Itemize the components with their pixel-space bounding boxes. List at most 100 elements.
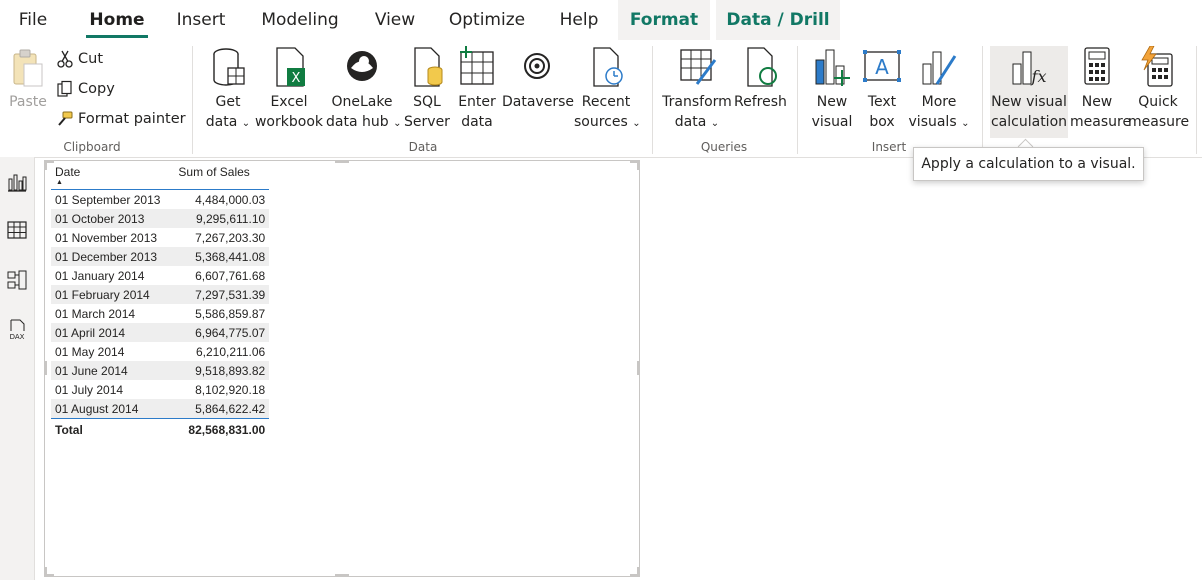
table-header-row: Date ▲ Sum of Sales [51,165,270,190]
enter-data-button[interactable]: Enter data [456,46,498,132]
total-value: 82,568,831.00 [188,423,266,437]
recent-label-2: sources [574,114,628,130]
text-box-label-1: Text [867,94,897,110]
cut-label: Cut [78,51,103,67]
cut-button[interactable]: Cut [56,46,103,72]
transform-label-2: data [674,114,707,130]
tab-help[interactable]: Help [553,0,605,40]
resize-handle[interactable] [335,160,349,163]
resize-handle[interactable] [637,160,640,170]
cell-sum-of-sales: 7,267,203.30 [195,230,266,245]
model-view-icon[interactable] [6,269,28,291]
chevron-down-icon: ⌄ [961,118,970,129]
quick-measure-button[interactable]: Quick measure [1128,46,1190,132]
copy-icon [57,80,72,97]
cell-sum-of-sales: 6,210,211.06 [195,344,266,359]
chevron-down-icon: ⌄ [393,118,402,129]
paste-label: Paste [9,94,47,110]
cell-date: 01 May 2014 [55,344,125,359]
new-visual-label-1: New [816,94,848,110]
format-painter-label: Format painter [78,111,186,127]
text-box-button[interactable]: A Text box [858,46,906,132]
sql-server-button[interactable]: SQL Server [402,46,452,132]
sql-server-icon [414,47,443,87]
sql-label-1: SQL [413,94,441,110]
ribbon-separator [192,46,193,154]
paste-button[interactable]: Paste [6,46,50,112]
table-row: 01 August 2014 5,864,622.42 [51,399,270,419]
onelake-icon [347,51,377,81]
tab-format[interactable]: Format [618,0,710,40]
paste-icon [13,49,43,87]
sort-ascending-icon: ▲ [56,179,63,186]
cell-sum-of-sales: 8,102,920.18 [195,382,266,397]
cell-sum-of-sales: 6,607,761.68 [195,268,266,283]
visual-calculation-icon: fx [1012,51,1046,86]
resize-handle[interactable] [44,567,47,577]
scissors-icon [57,50,73,68]
transform-data-button[interactable]: Transform data ⌄ [662,46,732,134]
column-header-sum-of-sales[interactable]: Sum of Sales [164,165,270,190]
get-data-button[interactable]: Get data ⌄ [203,46,253,134]
format-painter-button[interactable]: Format painter [56,106,186,132]
cell-sum-of-sales: 4,484,000.03 [195,192,266,207]
quick-measure-label-2: measure [1128,114,1190,130]
tab-optimize[interactable]: Optimize [444,0,530,40]
active-tab-underline [86,35,148,38]
text-box-icon: A [863,50,901,82]
table-view-icon[interactable] [6,219,28,241]
tab-view[interactable]: View [368,0,422,40]
ribbon-separator [982,46,983,154]
dataverse-icon [524,53,550,79]
new-visual-calculation-button[interactable]: fx New visual calculation [990,46,1068,138]
enter-data-table-icon [460,46,494,85]
dataverse-button[interactable]: Dataverse [502,46,574,112]
more-visuals-button[interactable]: More visuals ⌄ [908,46,970,134]
excel-workbook-button[interactable]: X Excel workbook [254,46,324,132]
tab-modeling[interactable]: Modeling [256,0,344,40]
onelake-data-hub-button[interactable]: OneLake data hub ⌄ [326,46,402,134]
report-view-icon[interactable] [6,171,28,193]
column-header-date[interactable]: Date ▲ [51,165,165,190]
get-data-label-2: data [205,114,238,130]
resize-handle[interactable] [44,361,47,375]
tab-file[interactable]: File [10,0,56,40]
database-icon [213,48,245,86]
recent-sources-button[interactable]: Recent sources ⌄ [574,46,641,134]
copy-button[interactable]: Copy [56,76,115,102]
more-visuals-label-1: More [921,94,957,110]
cell-date: 01 February 2014 [51,285,165,304]
cell-date: 01 January 2014 [55,268,145,283]
cell-date: 01 March 2014 [55,306,136,321]
resize-handle[interactable] [44,160,47,170]
resize-handle[interactable] [637,361,640,375]
new-measure-label-1: New [1081,94,1113,110]
new-visual-label-2: visual [811,114,853,130]
dax-query-view-icon[interactable]: DAX [6,319,28,341]
resize-handle[interactable] [335,574,349,577]
total-label: Total [55,423,83,437]
table-row: 01 December 2013 5,368,441.08 [51,247,270,266]
copy-label: Copy [78,81,115,97]
table-visual[interactable]: Date ▲ Sum of Sales 01 September 2013 4,4… [44,160,640,577]
more-visuals-label-2: visuals [908,114,957,130]
tab-data-drill[interactable]: Data / Drill [716,0,840,40]
new-visual-chart-icon [815,49,850,86]
dax-label: DAX [10,333,25,341]
tab-insert[interactable]: Insert [170,0,232,40]
view-rail: DAX [0,157,35,580]
group-label-clipboard: Clipboard [63,140,121,154]
tab-home[interactable]: Home [82,0,152,40]
new-visual-button[interactable]: New visual [808,46,856,132]
table-row: 01 June 2014 9,518,893.82 [51,361,270,380]
refresh-button[interactable]: Refresh [734,46,787,112]
onelake-label-2: data hub [326,114,389,130]
svg-text:X: X [292,71,301,86]
cell-date: 01 June 2014 [51,361,165,380]
cell-sum-of-sales: 9,518,893.82 [164,361,270,380]
more-visuals-icon [922,51,957,85]
new-measure-button[interactable]: New measure [1070,46,1131,132]
cell-date: 01 September 2013 [55,192,161,207]
resize-handle[interactable] [637,567,640,577]
cell-date: 01 December 2013 [51,247,165,266]
